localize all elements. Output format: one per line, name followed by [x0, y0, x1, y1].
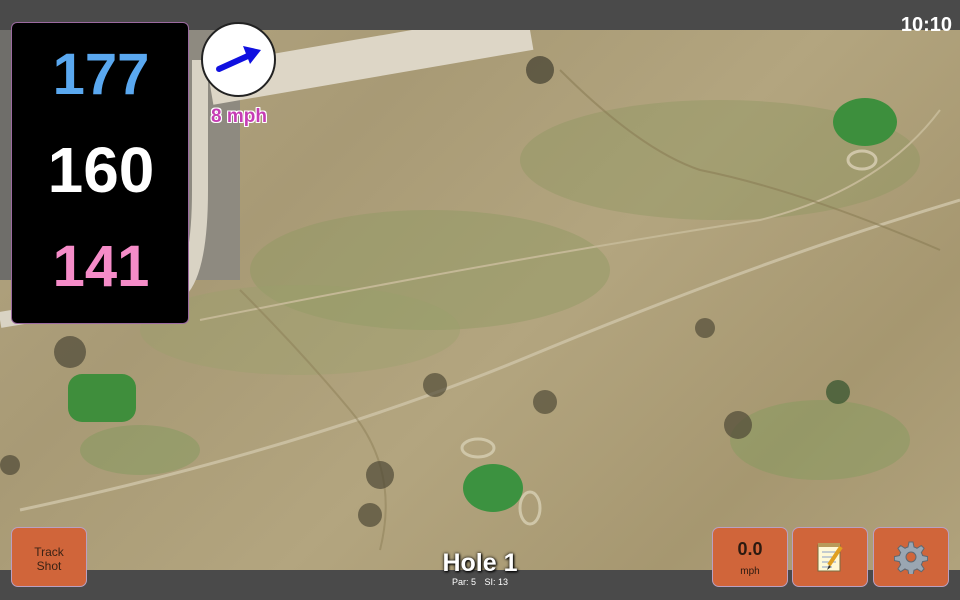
- distance-panel: 177 160 141: [11, 22, 189, 324]
- bunker: [460, 437, 496, 459]
- tree: [423, 373, 447, 397]
- wind-arrow-icon: [216, 46, 261, 72]
- speed-unit: mph: [740, 566, 760, 577]
- fairway-patch: [80, 425, 200, 475]
- bunker: [518, 490, 542, 526]
- speed-value: 0.0: [737, 539, 763, 559]
- notes-button[interactable]: [792, 527, 868, 587]
- track-shot-button[interactable]: Track Shot: [11, 527, 87, 587]
- golf-gps-app: 10:10 177 160 141 8 mph Track Shot Hole …: [0, 0, 960, 600]
- tree: [826, 380, 850, 404]
- tree: [366, 461, 394, 489]
- speed-button[interactable]: 0.0 mph: [712, 527, 788, 587]
- hole-stroke-index: SI: 13: [484, 577, 509, 587]
- track-shot-label-line1: Track: [34, 545, 64, 559]
- tree: [533, 390, 557, 414]
- tree: [54, 336, 86, 368]
- tree: [0, 455, 20, 475]
- status-clock: 10:10: [900, 14, 952, 36]
- tree: [526, 56, 554, 84]
- green-left: [68, 374, 136, 422]
- green-center: [463, 464, 523, 512]
- tree: [358, 503, 382, 527]
- green-right: [833, 98, 897, 146]
- notepad-icon: [817, 543, 843, 572]
- distance-back: 177: [52, 42, 150, 107]
- wind-speed-label: 8 mph: [211, 106, 267, 127]
- hole-info: Par: 5 SI: 13: [380, 577, 580, 587]
- settings-button[interactable]: [873, 527, 949, 587]
- wind-indicator: [201, 22, 276, 97]
- tree: [695, 318, 715, 338]
- hole-title: Hole 1: [442, 549, 518, 577]
- track-shot-label-line2: Shot: [36, 559, 62, 573]
- fairway-patch: [730, 400, 910, 480]
- tree: [724, 411, 752, 439]
- distance-middle: 160: [47, 134, 155, 206]
- hole-par: Par: 5: [451, 577, 476, 587]
- gear-icon: [894, 541, 928, 574]
- distance-front: 141: [52, 234, 150, 299]
